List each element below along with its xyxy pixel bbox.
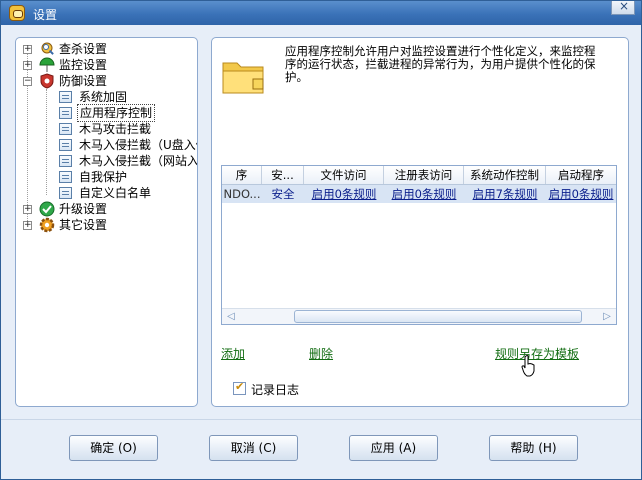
- expand-icon[interactable]: +: [23, 61, 32, 70]
- apply-button[interactable]: 应用 (A): [349, 435, 438, 461]
- add-rule-link[interactable]: 添加: [221, 345, 245, 362]
- scroll-right-icon[interactable]: ▷: [600, 309, 614, 324]
- tree-item-label: 其它设置: [59, 218, 108, 232]
- cancel-button[interactable]: 取消 (C): [209, 435, 298, 461]
- tree-item-label: 监控设置: [59, 58, 108, 72]
- ok-button[interactable]: 确定 (O): [69, 435, 158, 461]
- table-cell: NDO...: [223, 187, 261, 201]
- tree-item-label: 系统加固: [79, 90, 128, 104]
- check-icon: ✔: [235, 380, 245, 393]
- table-cell-link[interactable]: 启用0条规则: [546, 185, 616, 203]
- page-icon: [59, 187, 72, 199]
- column-header[interactable]: 启动程序: [546, 166, 616, 184]
- page-icon: [59, 155, 72, 167]
- hand-cursor-icon: [521, 355, 535, 377]
- page-icon: [59, 123, 72, 135]
- table-cell-link[interactable]: 启用0条规则: [304, 185, 384, 203]
- collapse-icon[interactable]: −: [23, 77, 32, 86]
- expand-icon[interactable]: +: [23, 205, 32, 214]
- tree-guide-line: [46, 89, 47, 195]
- search-shield-icon: [41, 42, 54, 55]
- column-header[interactable]: 系统动作控制: [464, 166, 546, 184]
- app-tiger-icon: [9, 5, 25, 21]
- page-icon: [59, 91, 72, 103]
- expand-icon[interactable]: +: [23, 221, 32, 230]
- column-header[interactable]: 序: [222, 166, 262, 184]
- tree-item-usb-intrusion-block[interactable]: 木马入侵拦截（U盘入侵: [59, 137, 197, 153]
- tree-item-label: 木马攻击拦截: [79, 122, 152, 136]
- green-check-icon: [39, 201, 55, 217]
- horizontal-scrollbar[interactable]: ◁ ▷: [222, 308, 616, 324]
- close-button[interactable]: ×: [611, 0, 635, 15]
- table-cell-link[interactable]: 启用0条规则: [384, 185, 464, 203]
- expand-icon[interactable]: +: [23, 45, 32, 54]
- scroll-thumb[interactable]: [294, 310, 582, 323]
- help-button[interactable]: 帮助 (H): [489, 435, 578, 461]
- table-row[interactable]: NDO... 安全 启用0条规则 启用0条规则 启用7条规则 启用0条规则: [222, 185, 616, 203]
- gear-icon: [39, 217, 55, 233]
- tree-item-label: 自我保护: [79, 170, 128, 184]
- tree-item-label: 升级设置: [59, 202, 108, 216]
- tree-item-label: 木马入侵拦截（网站入侵: [79, 154, 197, 168]
- tree-item-label: 防御设置: [59, 74, 108, 88]
- tree-item-label: 应用程序控制: [76, 104, 156, 122]
- table-cell-link[interactable]: 启用7条规则: [464, 185, 546, 203]
- tree-item-label: 木马入侵拦截（U盘入侵: [79, 138, 197, 152]
- tree-item-label: 查杀设置: [59, 42, 108, 56]
- table-cell: 安全: [271, 187, 295, 201]
- page-icon: [59, 139, 72, 151]
- log-checkbox[interactable]: ✔: [233, 380, 246, 395]
- window-title: 设置: [33, 8, 58, 22]
- shield-icon: [40, 73, 54, 89]
- tree-item-label: 自定义白名单: [79, 186, 152, 200]
- scroll-left-icon[interactable]: ◁: [224, 309, 238, 324]
- folder-icon: [222, 62, 264, 94]
- umbrella-icon: [39, 57, 55, 72]
- tree-item-web-intrusion-block[interactable]: 木马入侵拦截（网站入侵: [59, 153, 197, 169]
- divider: [1, 419, 641, 420]
- close-icon: ×: [619, 0, 630, 13]
- column-header[interactable]: 注册表访问: [384, 166, 464, 184]
- delete-rule-link[interactable]: 删除: [309, 345, 333, 362]
- section-description: 应用程序控制允许用户对监控设置进行个性化定义，来监控程序的运行状态，拦截进程的异…: [285, 44, 596, 84]
- rules-table[interactable]: 序 安... 文件访问 注册表访问 系统动作控制 启动程序 NDO... 安全 …: [221, 165, 617, 325]
- settings-window: 设置 × + 查杀设置 + 监控设置 − 防御设置 系统加固 应用程序控制 木马…: [0, 0, 642, 480]
- table-header: 序 安... 文件访问 注册表访问 系统动作控制 启动程序: [222, 166, 616, 185]
- column-header[interactable]: 安...: [262, 166, 304, 184]
- page-icon: [59, 171, 72, 183]
- log-label: 记录日志: [251, 383, 300, 397]
- save-as-template-link[interactable]: 规则另存为模板: [495, 345, 579, 362]
- page-icon: [59, 107, 72, 119]
- title-bar[interactable]: 设置 ×: [1, 0, 641, 25]
- column-header[interactable]: 文件访问: [304, 166, 384, 184]
